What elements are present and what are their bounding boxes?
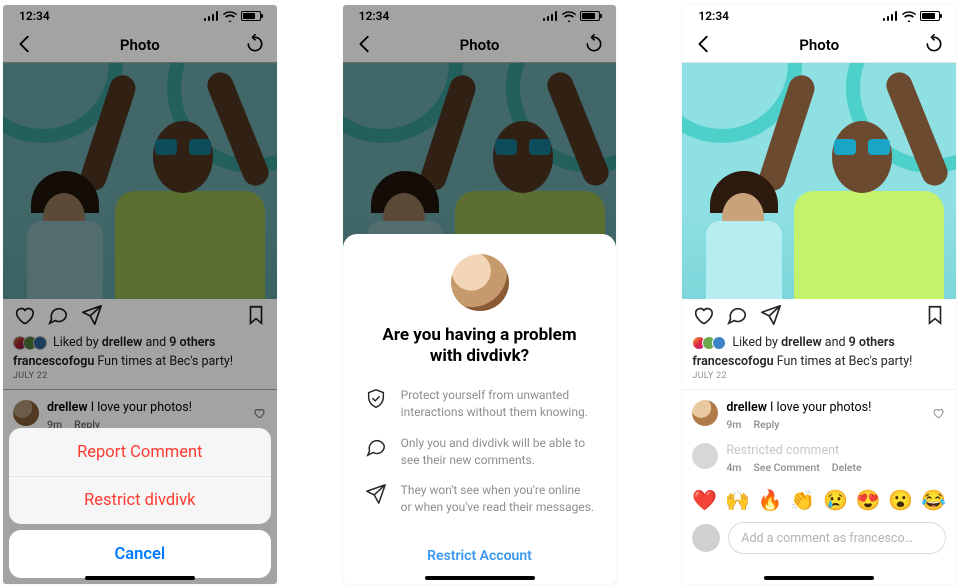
back-button[interactable] [692,32,716,56]
emoji-fire[interactable]: 🔥 [758,488,783,512]
action-sheet-overlay[interactable]: Report Comment Restrict divdivk Cancel [3,5,277,584]
avatar [692,400,718,426]
restricted-comment-row[interactable]: Restricted comment 4m See Comment Delete [682,437,956,480]
restrict-modal-overlay[interactable]: Are you having a problem with divdivk? P… [343,5,617,584]
bullet-messages: They won't see when you're online or whe… [365,482,595,516]
send-icon [365,483,387,505]
emoji-clap[interactable]: 👏 [790,488,815,512]
share-button[interactable] [760,304,782,330]
see-comment-link[interactable]: See Comment [753,461,819,474]
clock: 12:34 [698,9,729,23]
comment-icon [726,304,748,326]
self-avatar [692,524,720,552]
restricted-label: Restricted comment [726,443,946,458]
emoji-cry[interactable]: 😢 [823,488,848,512]
caption: francescofogu Fun times at Bec's party! [682,354,956,371]
bookmark-icon [924,304,946,326]
nav-header: Photo [682,27,956,63]
restrict-modal: Are you having a problem with divdivk? P… [343,234,617,584]
reload-icon [924,34,944,54]
home-indicator[interactable] [425,576,535,580]
emoji-joy[interactable]: 😂 [921,488,946,512]
restrict-account-button[interactable]: Restrict Account [427,536,532,576]
cellular-icon [883,11,898,21]
comment-input[interactable]: Add a comment as francesco… [728,522,946,554]
send-icon [760,304,782,326]
comment-input-row: Add a comment as francesco… [682,518,956,564]
save-button[interactable] [924,304,946,330]
emoji-quick-bar: ❤️ 🙌 🔥 👏 😢 😍 😮 😂 [682,480,956,518]
status-icons [883,11,940,22]
chevron-left-icon [693,33,715,55]
post-photo[interactable] [682,63,956,299]
screenshot-restrict-modal: 12:34 Photo Are you having a problem wit… [343,5,617,584]
modal-title: Are you having a problem with divdivk? [370,325,590,368]
reply-link[interactable]: Reply [753,418,779,431]
post-date: JULY 22 [682,371,956,389]
like-comment-button[interactable] [932,404,944,423]
emoji-heart[interactable]: ❤️ [692,488,717,512]
target-avatar [451,254,509,311]
like-button[interactable] [692,304,714,330]
delete-link[interactable]: Delete [832,461,862,474]
emoji-raised-hands[interactable]: 🙌 [725,488,750,512]
battery-icon [920,11,940,21]
shield-check-icon [365,388,387,410]
comment-icon [365,436,387,458]
avatar [692,443,718,469]
liker-avatars [692,336,726,350]
comment-button[interactable] [726,304,748,330]
bullet-comments: Only you and divdivk will be able to see… [365,435,595,469]
comments-list: drellew I love your photos! 9mReply Rest… [682,389,956,480]
screenshot-action-sheet: 12:34 Photo Liked by drellew and 9 other… [3,5,277,584]
modal-bullets: Protect yourself from unwanted interacti… [365,387,595,516]
emoji-wow[interactable]: 😮 [888,488,913,512]
comment-row[interactable]: drellew I love your photos! 9mReply [682,394,956,437]
home-indicator[interactable] [764,576,874,580]
cancel-button[interactable]: Cancel [9,530,271,578]
action-sheet: Report Comment Restrict divdivk [9,428,271,524]
heart-icon [932,407,944,419]
reload-button[interactable] [922,32,946,56]
nav-title: Photo [799,36,839,54]
post-actions [682,299,956,335]
screenshot-restricted-view: 12:34 Photo Liked by drellew and 9 other… [682,5,956,584]
emoji-heart-eyes[interactable]: 😍 [856,488,881,512]
restrict-user-option[interactable]: Restrict divdivk [9,476,271,524]
report-comment-option[interactable]: Report Comment [9,428,271,476]
wifi-icon [902,11,916,22]
likes-row[interactable]: Liked by drellew and 9 others [682,335,956,354]
status-bar: 12:34 [682,5,956,27]
bullet-protect: Protect yourself from unwanted interacti… [365,387,595,421]
heart-icon [692,304,714,326]
home-indicator[interactable] [85,576,195,580]
